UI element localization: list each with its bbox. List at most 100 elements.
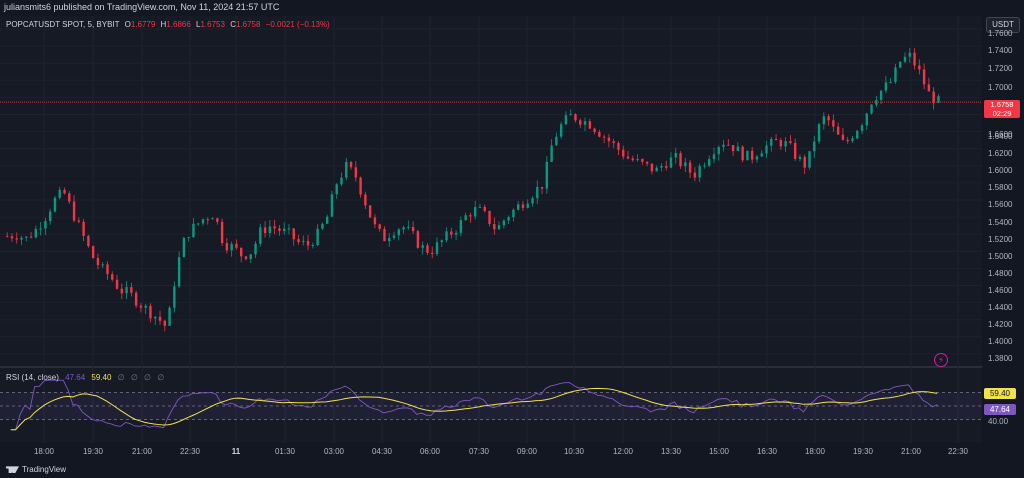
- price-tick-label: 1.4200: [988, 320, 1013, 329]
- candle-body: [72, 201, 76, 221]
- candle-body: [402, 227, 405, 230]
- tradingview-logo[interactable]: TradingView: [6, 465, 66, 474]
- candle-body: [870, 104, 873, 114]
- candle-body: [20, 237, 23, 240]
- candle-body: [879, 90, 883, 100]
- candle-body: [875, 99, 878, 105]
- candle-body: [82, 221, 85, 236]
- candle-body: [564, 115, 568, 125]
- time-tick-label: 19:30: [82, 447, 104, 456]
- candle-body: [750, 150, 754, 160]
- candle-body: [927, 84, 931, 92]
- candle-body: [426, 245, 429, 253]
- candle-body: [493, 224, 496, 230]
- candle-body: [225, 243, 229, 251]
- candle-body: [540, 186, 544, 189]
- candle-body: [765, 145, 768, 154]
- candle-body: [91, 246, 95, 259]
- candle-body: [249, 254, 252, 260]
- candle-body: [502, 220, 506, 226]
- open-value: 1.6779: [130, 20, 156, 29]
- candle-body: [168, 307, 171, 326]
- candle-body: [708, 159, 711, 166]
- candle-body: [39, 228, 42, 230]
- candle-body: [922, 69, 926, 85]
- candle-body: [120, 288, 124, 294]
- candle-body: [53, 197, 57, 212]
- candle-body: [660, 166, 663, 168]
- candle-body: [574, 114, 577, 121]
- candle-body: [645, 161, 649, 164]
- candle-body: [63, 189, 66, 194]
- candle-body: [636, 158, 639, 161]
- candle-body: [688, 162, 692, 173]
- candle-body: [545, 161, 549, 189]
- time-tick-label: 16:30: [756, 447, 778, 456]
- candle-body: [822, 116, 826, 125]
- candle-body: [58, 189, 61, 198]
- candle-body: [836, 126, 840, 135]
- candle-body: [899, 61, 902, 68]
- candle-body: [918, 65, 921, 70]
- symbol-name[interactable]: POPCATUSDT SPOT, 5, BYBIT: [6, 20, 119, 29]
- candle-body: [177, 257, 181, 287]
- candle-body: [48, 211, 52, 221]
- candle-body: [817, 124, 821, 142]
- time-tick-label: 21:00: [900, 447, 922, 456]
- candle-body: [469, 215, 472, 217]
- candle-body: [827, 116, 830, 121]
- price-tick-label: 1.6200: [988, 149, 1013, 158]
- rsi-label[interactable]: RSI (14, close): [6, 373, 59, 382]
- candle-body: [559, 124, 563, 137]
- price-tick-label: 1.6400: [988, 132, 1013, 141]
- price-tick-label: 1.7400: [988, 46, 1013, 55]
- price-tick-label: 1.4400: [988, 303, 1013, 312]
- candle-body: [865, 113, 868, 126]
- candle-body: [254, 243, 257, 255]
- candle-body: [851, 138, 854, 142]
- candle-body: [378, 224, 381, 229]
- lightning-icon[interactable]: ⚡: [934, 353, 948, 367]
- candle-body: [507, 217, 510, 221]
- candle-body: [388, 237, 391, 242]
- candle-body: [526, 203, 529, 208]
- candle-body: [712, 154, 716, 160]
- price-tick-label: 1.7200: [988, 64, 1013, 73]
- candle-body: [521, 204, 525, 208]
- candle-body: [932, 91, 935, 103]
- candle-body: [583, 121, 587, 125]
- time-tick-label: 19:30: [852, 447, 874, 456]
- candle-body: [779, 140, 783, 147]
- tradingview-logo-icon: [6, 466, 19, 474]
- candle-body: [263, 227, 267, 234]
- candle-body: [474, 207, 477, 217]
- candle-body: [674, 153, 677, 158]
- candle-body: [44, 220, 47, 229]
- candle-body: [459, 220, 463, 233]
- candle-body: [612, 141, 615, 144]
- candle-body: [77, 220, 81, 222]
- candle-body: [669, 157, 673, 168]
- last-price-value: 1.6758: [990, 100, 1014, 109]
- candle-body: [273, 226, 276, 229]
- candle-body: [631, 158, 634, 161]
- candle-body: [292, 228, 295, 240]
- candle-body: [182, 237, 186, 258]
- time-tick-label: 10:30: [563, 447, 585, 456]
- candle-body: [187, 236, 190, 238]
- last-price-countdown: 02:29: [992, 109, 1012, 118]
- candle-body: [149, 305, 152, 319]
- candle-body: [287, 228, 291, 230]
- time-tick-label: 09:00: [516, 447, 538, 456]
- candle-body: [516, 204, 520, 210]
- candle-body: [736, 146, 740, 152]
- candle-body: [741, 146, 744, 161]
- candle-body: [368, 205, 372, 218]
- time-tick-label: 03:00: [323, 447, 345, 456]
- price-tick-label: 1.4800: [988, 269, 1013, 278]
- candle-body: [230, 243, 233, 251]
- chart-canvas: [0, 16, 982, 443]
- candle-body: [607, 137, 611, 142]
- candle-body: [244, 256, 248, 260]
- candle-body: [617, 143, 620, 150]
